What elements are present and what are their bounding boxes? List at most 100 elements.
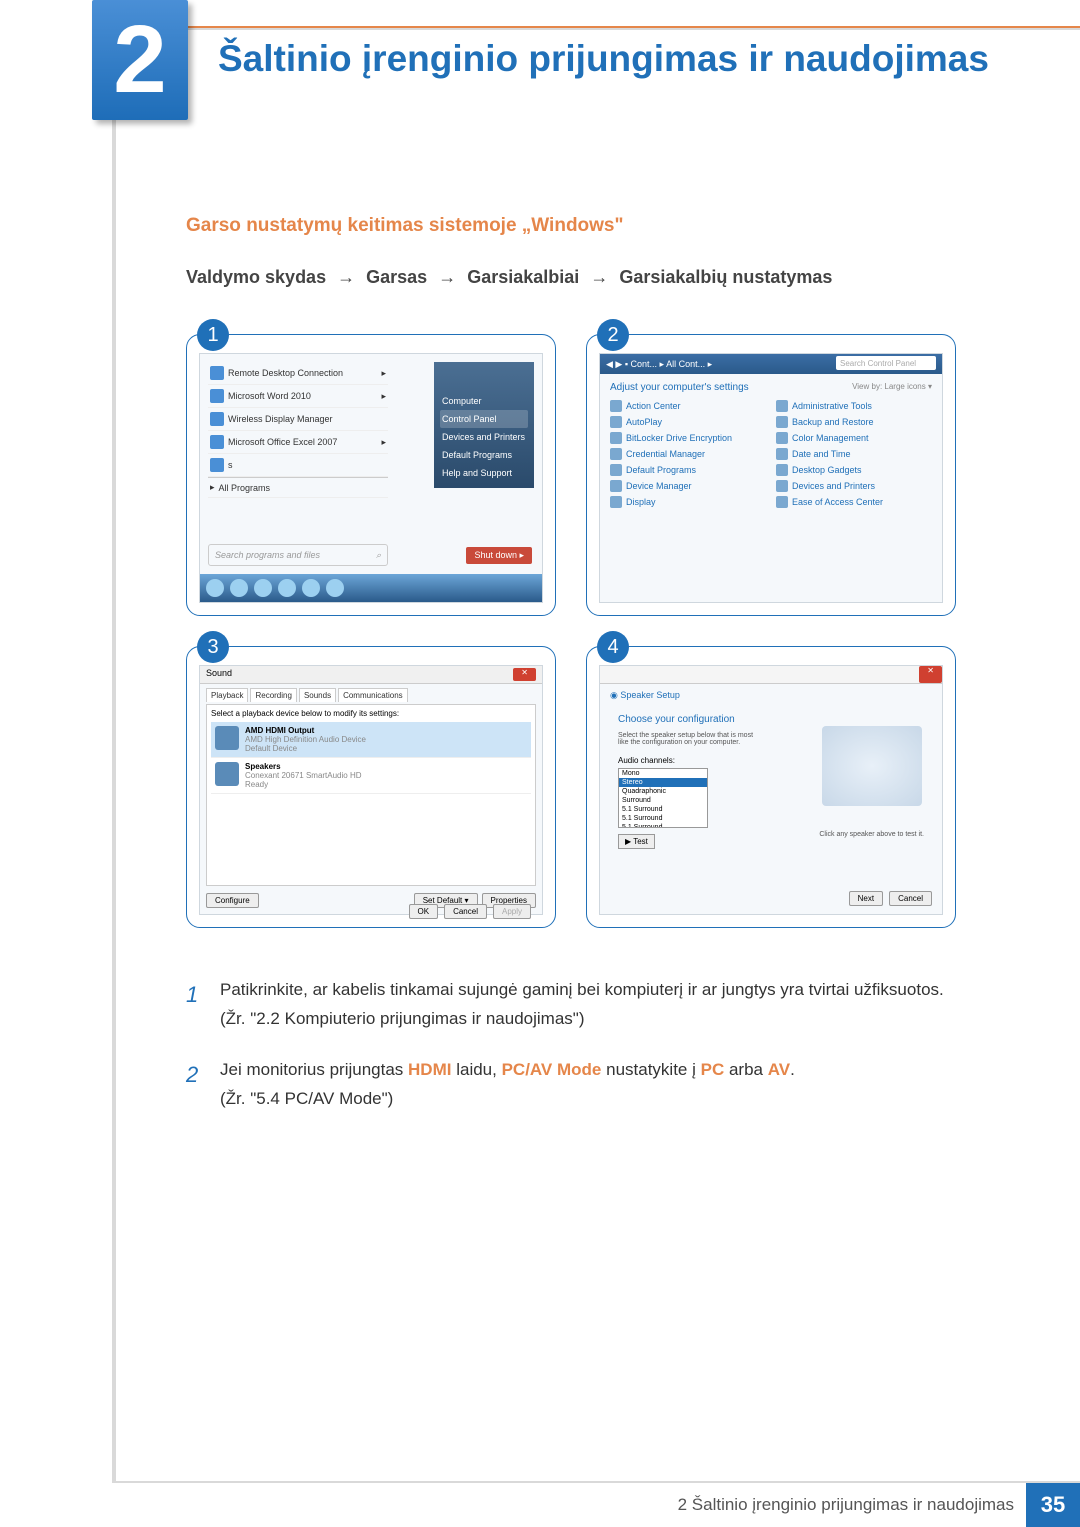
step-ref: (Žr. "2.2 Kompiuterio prijungimas ir nau… <box>220 1005 956 1034</box>
cp-item[interactable]: Credential Manager <box>610 448 766 460</box>
list-item[interactable]: 5.1 Surround <box>619 805 707 814</box>
cp-item[interactable]: BitLocker Drive Encryption <box>610 432 766 444</box>
cp-label: Display <box>626 497 656 507</box>
device-name: AMD HDMI Output <box>245 726 366 735</box>
close-icon[interactable]: ✕ <box>513 668 536 681</box>
taskbar <box>200 574 542 602</box>
start-menu-item[interactable]: Remote Desktop Connection▸ <box>208 362 388 385</box>
start-right-item[interactable]: Help and Support <box>440 464 528 482</box>
text: nustatykite į <box>601 1060 700 1079</box>
list-item[interactable]: Surround <box>619 796 707 805</box>
taskbar-icon[interactable] <box>326 579 344 597</box>
cp-icon <box>776 448 788 460</box>
start-menu-item[interactable]: Wireless Display Manager <box>208 408 388 431</box>
cp-item[interactable]: Ease of Access Center <box>776 496 932 508</box>
text: laidu, <box>451 1060 501 1079</box>
window-titlebar: ◀ ▶ ▪ Cont... ▸ All Cont... ▸ Search Con… <box>600 354 942 374</box>
cp-item[interactable]: Backup and Restore <box>776 416 932 428</box>
screenshot-1: 1 Remote Desktop Connection▸ Microsoft W… <box>186 334 556 616</box>
step-number: 2 <box>186 1056 220 1114</box>
list-item[interactable]: 5.1 Surround <box>619 814 707 823</box>
list-item[interactable]: Stereo <box>619 778 707 787</box>
start-right-item[interactable]: Default Programs <box>440 446 528 464</box>
taskbar-icon[interactable] <box>230 579 248 597</box>
cp-label: Desktop Gadgets <box>792 465 862 475</box>
breadcrumb-a: Valdymo skydas <box>186 267 326 287</box>
cp-item[interactable]: Device Manager <box>610 480 766 492</box>
cp-item[interactable]: Default Programs <box>610 464 766 476</box>
cp-icon <box>610 432 622 444</box>
cp-label: Backup and Restore <box>792 417 874 427</box>
playback-device[interactable]: Speakers Conexant 20671 SmartAudio HD Re… <box>211 758 531 794</box>
list-item[interactable]: Mono <box>619 769 707 778</box>
start-right-item[interactable]: Computer <box>440 392 528 410</box>
cp-item[interactable]: Date and Time <box>776 448 932 460</box>
taskbar-icon[interactable] <box>254 579 272 597</box>
cp-label: Ease of Access Center <box>792 497 883 507</box>
list-item[interactable]: 5.1 Surround <box>619 823 707 828</box>
tab-sounds[interactable]: Sounds <box>299 688 336 702</box>
page-number: 35 <box>1026 1483 1080 1527</box>
chapter-number-badge: 2 <box>92 0 188 120</box>
shutdown-button[interactable]: Shut down ▸ <box>466 547 532 564</box>
next-button[interactable]: Next <box>849 891 883 906</box>
cp-icon <box>776 416 788 428</box>
search-icon: ⌕ <box>376 550 381 561</box>
configure-button[interactable]: Configure <box>206 893 259 908</box>
list-item[interactable]: Quadraphonic <box>619 787 707 796</box>
cp-item[interactable]: Administrative Tools <box>776 400 932 412</box>
start-menu-item[interactable]: Microsoft Office Excel 2007▸ <box>208 431 388 454</box>
cp-item[interactable]: Color Management <box>776 432 932 444</box>
step-number: 1 <box>186 976 220 1034</box>
tab-playback[interactable]: Playback <box>206 688 248 702</box>
view-by[interactable]: View by: Large icons ▾ <box>852 382 932 391</box>
menu-label: s <box>228 460 233 470</box>
taskbar-icon[interactable] <box>302 579 320 597</box>
search-input[interactable]: Search Control Panel <box>836 356 936 370</box>
start-menu-item[interactable]: s <box>208 454 388 477</box>
cp-icon <box>610 496 622 508</box>
taskbar-icon[interactable] <box>278 579 296 597</box>
highlight-pc: PC <box>701 1060 725 1079</box>
cp-label: BitLocker Drive Encryption <box>626 433 732 443</box>
cp-item[interactable]: AutoPlay <box>610 416 766 428</box>
start-orb-icon[interactable] <box>206 579 224 597</box>
close-icon[interactable]: ✕ <box>919 666 942 683</box>
cp-item[interactable]: Desktop Gadgets <box>776 464 932 476</box>
footer-text: 2 Šaltinio įrenginio prijungimas ir naud… <box>678 1495 1014 1515</box>
menu-label: Microsoft Office Excel 2007 <box>228 437 337 447</box>
device-sub: Conexant 20671 SmartAudio HD <box>245 771 362 780</box>
cancel-button[interactable]: Cancel <box>444 904 487 919</box>
tab-recording[interactable]: Recording <box>250 688 296 702</box>
test-button[interactable]: ▶ Test <box>618 834 655 849</box>
cp-icon <box>776 496 788 508</box>
wizard-desc: Select the speaker setup below that is m… <box>618 732 758 746</box>
step-text: Jei monitorius prijungtas HDMI laidu, PC… <box>220 1056 956 1085</box>
start-right-item[interactable]: Devices and Printers <box>440 428 528 446</box>
apply-button[interactable]: Apply <box>493 904 531 919</box>
tab-communications[interactable]: Communications <box>338 688 408 702</box>
device-sub: AMD High Definition Audio Device <box>245 735 366 744</box>
cp-item[interactable]: Display <box>610 496 766 508</box>
ok-button[interactable]: OK <box>409 904 439 919</box>
device-name: Speakers <box>245 762 362 771</box>
cp-icon <box>776 400 788 412</box>
start-menu-item[interactable]: Microsoft Word 2010▸ <box>208 385 388 408</box>
cp-item[interactable]: Action Center <box>610 400 766 412</box>
audio-channels-list[interactable]: Mono Stereo Quadraphonic Surround 5.1 Su… <box>618 768 708 828</box>
cp-items: Action Center Administrative Tools AutoP… <box>610 400 932 508</box>
steps-list: 1 Patikrinkite, ar kabelis tinkamai suju… <box>186 976 956 1114</box>
cancel-button[interactable]: Cancel <box>889 891 932 906</box>
playback-device[interactable]: AMD HDMI Output AMD High Definition Audi… <box>211 722 531 758</box>
all-programs[interactable]: ▸All Programs <box>208 477 388 498</box>
sound-dialog-mock: Sound ✕ Playback Recording Sounds Commun… <box>199 665 543 915</box>
search-input[interactable]: Search programs and files ⌕ <box>208 544 388 566</box>
audio-channels-label: Audio channels: <box>618 756 675 765</box>
start-right-item[interactable]: Control Panel <box>440 410 528 428</box>
menu-label: Remote Desktop Connection <box>228 368 343 378</box>
menu-label: All Programs <box>219 483 271 493</box>
screenshot-3: 3 Sound ✕ Playback Recording Sounds Comm… <box>186 646 556 928</box>
cp-icon <box>610 464 622 476</box>
start-menu-mock: Remote Desktop Connection▸ Microsoft Wor… <box>199 353 543 603</box>
cp-item[interactable]: Devices and Printers <box>776 480 932 492</box>
